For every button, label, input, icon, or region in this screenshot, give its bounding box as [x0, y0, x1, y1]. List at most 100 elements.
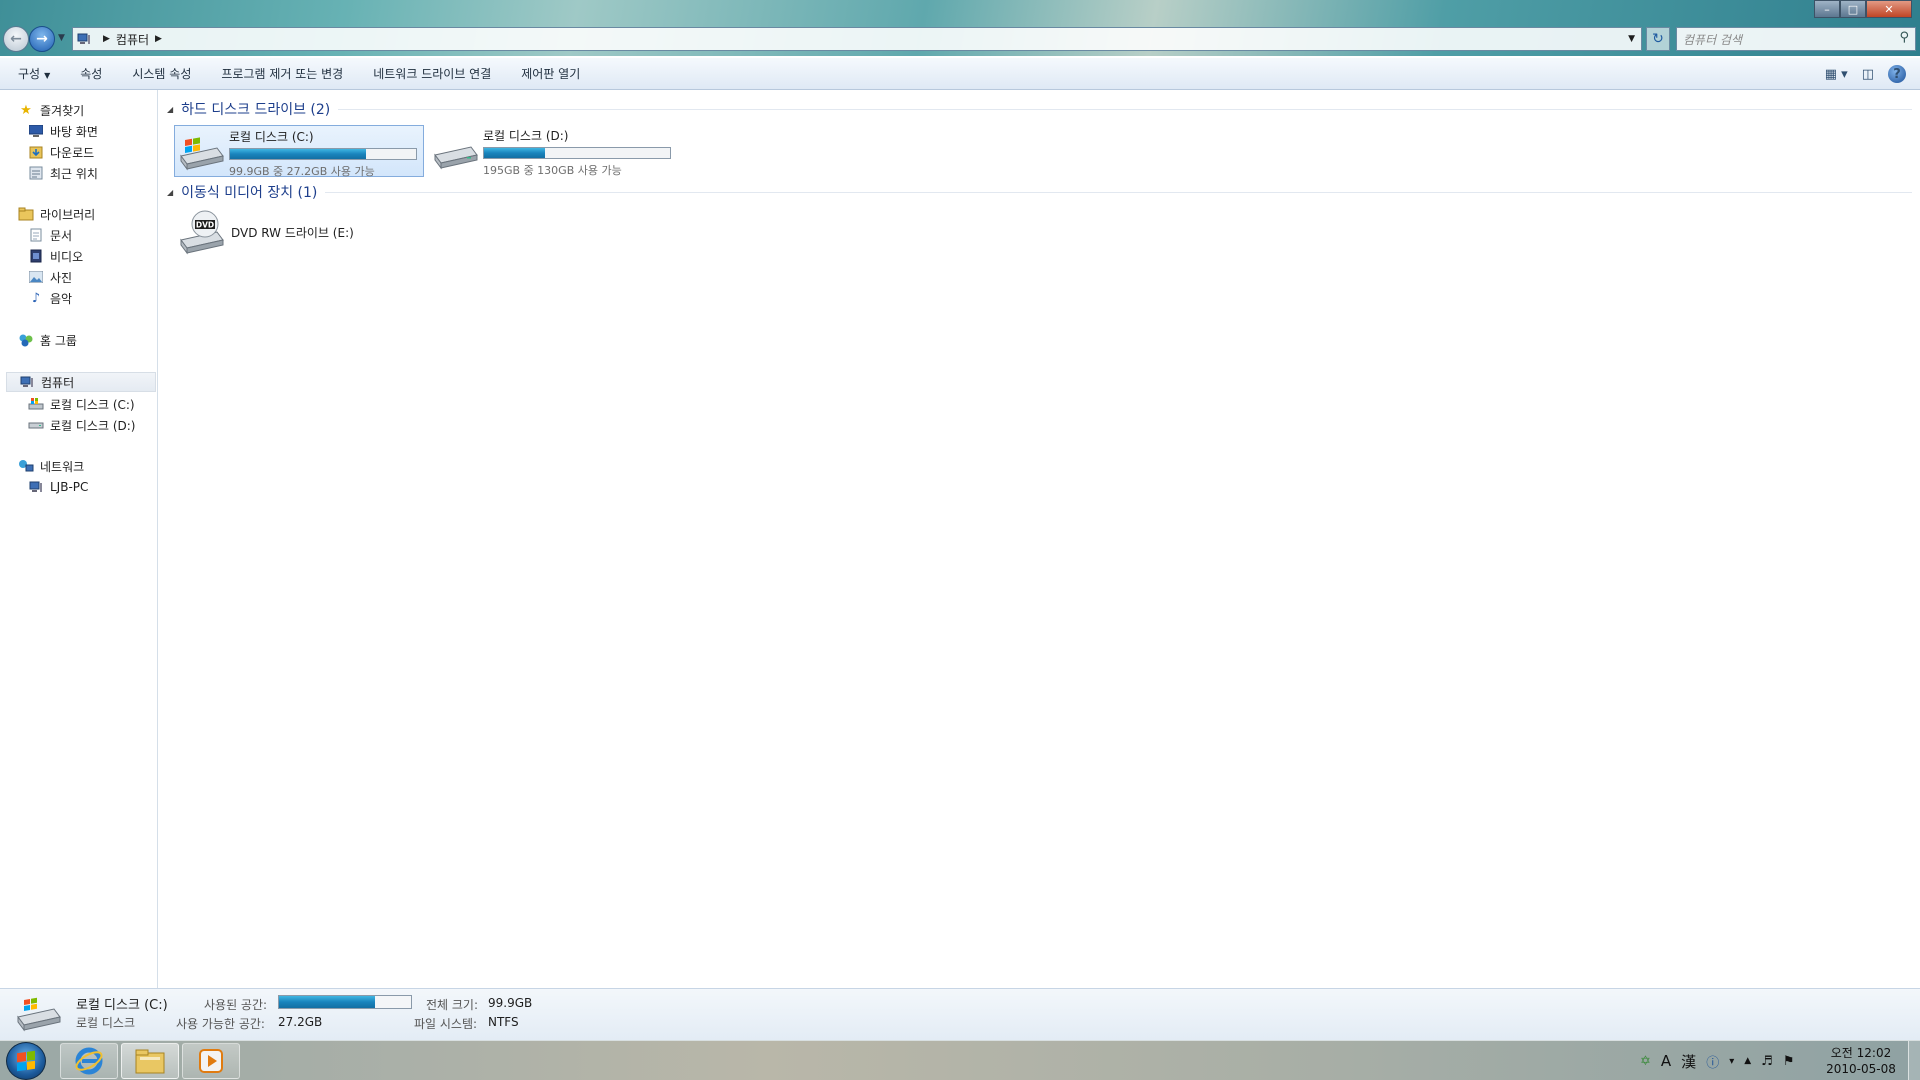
breadcrumb-separator[interactable]: ▶	[103, 34, 110, 44]
navigation-pane: ★ 즐겨찾기 바탕 화면 다운로드 최근 위치 라이브러리 문서 비디오 사진 …	[0, 90, 158, 988]
uninstall-program-button[interactable]: 프로그램 제거 또는 변경	[221, 65, 343, 82]
media-player-icon	[199, 1049, 223, 1073]
action-center-flag-icon[interactable]: ⚑	[1783, 1054, 1795, 1069]
nav-videos[interactable]: 비디오	[28, 246, 83, 266]
organize-menu[interactable]: 구성 ▼	[18, 65, 50, 82]
system-properties-button[interactable]: 시스템 속성	[132, 65, 191, 82]
ime-help-icon[interactable]: ⓘ	[1706, 1052, 1719, 1071]
preview-pane-icon[interactable]: ◫	[1862, 67, 1874, 82]
title-bar: ← → ▼ ▶ 컴퓨터 ▶ ▼ ↻ 컴퓨터 검색 ⚲ – □ ✕	[0, 0, 1920, 56]
folder-icon	[135, 1049, 165, 1074]
star-icon: ★	[20, 102, 32, 118]
system-drive-icon	[17, 997, 61, 1032]
details-free-label: 사용 가능한 공간:	[176, 1017, 265, 1031]
details-total-value: 99.9GB	[488, 996, 533, 1010]
breadcrumb-computer[interactable]: 컴퓨터	[116, 31, 149, 48]
pictures-icon	[28, 269, 44, 285]
nav-local-disk-d[interactable]: 로컬 디스크 (D:)	[28, 415, 135, 435]
chevron-down-icon: ▼	[44, 71, 51, 80]
hdd-group-header[interactable]: ◢ 하드 디스크 드라이브 (2)	[167, 99, 1912, 119]
details-total-label: 전체 크기:	[426, 998, 479, 1012]
open-control-panel-button[interactable]: 제어판 열기	[521, 65, 580, 82]
properties-button[interactable]: 속성	[80, 65, 102, 82]
removable-group-header[interactable]: ◢ 이동식 미디어 장치 (1)	[167, 182, 1912, 202]
drive-usage-bar	[483, 147, 671, 159]
details-pane: 로컬 디스크 (C:) 로컬 디스크 사용된 공간: 사용 가능한 공간: 27…	[0, 988, 1920, 1040]
desktop-icon	[28, 123, 44, 139]
library-icon	[18, 206, 34, 222]
computer-icon	[19, 374, 35, 390]
details-drive-name: 로컬 디스크 (C:)	[76, 998, 168, 1013]
homegroup-icon	[18, 332, 34, 348]
music-note-icon: ♪	[31, 290, 41, 306]
address-dropdown-icon[interactable]: ▼	[1628, 34, 1635, 44]
taskbar-windows-explorer[interactable]	[121, 1043, 179, 1079]
nav-local-disk-c[interactable]: 로컬 디스크 (C:)	[28, 394, 135, 414]
collapse-triangle-icon[interactable]: ◢	[167, 105, 173, 114]
address-bar[interactable]: ▶ 컴퓨터 ▶ ▼	[72, 27, 1642, 51]
drive-free-space: 195GB 중 130GB 사용 가능	[483, 164, 622, 177]
breadcrumb-separator[interactable]: ▶	[155, 34, 162, 44]
computer-icon	[77, 33, 90, 44]
nav-desktop[interactable]: 바탕 화면	[28, 121, 98, 141]
details-fs-label: 파일 시스템:	[414, 1017, 478, 1031]
system-drive-icon	[28, 396, 44, 412]
nav-ljb-pc[interactable]: LJB-PC	[28, 477, 88, 497]
recent-pages-dropdown[interactable]: ▼	[58, 33, 65, 43]
ime-mode-a[interactable]: A	[1661, 1052, 1671, 1070]
details-fs-value: NTFS	[488, 1015, 519, 1029]
taskbar-internet-explorer[interactable]	[60, 1043, 118, 1079]
nav-pictures[interactable]: 사진	[28, 267, 72, 287]
group-divider	[325, 191, 1912, 193]
ime-options-icon[interactable]: ▾	[1729, 1056, 1734, 1067]
system-tray: ✡ A 漢 ⓘ ▾ ▲ ♬ ⚑	[1640, 1041, 1804, 1080]
drive-usage-fill	[230, 149, 366, 159]
content-pane: ◢ 하드 디스크 드라이브 (2) 로컬 디스크 (C:) 99.9GB 중 2…	[159, 90, 1920, 988]
taskbar-media-player[interactable]	[182, 1043, 240, 1079]
nav-recent-places[interactable]: 최근 위치	[28, 163, 98, 183]
nav-downloads[interactable]: 다운로드	[28, 142, 94, 162]
window-controls: – □ ✕	[1814, 0, 1912, 18]
recent-places-icon	[28, 165, 44, 181]
map-network-drive-button[interactable]: 네트워크 드라이브 연결	[373, 65, 491, 82]
taskbar-clock[interactable]: 오전 12:02 2010-05-08	[1820, 1045, 1902, 1077]
minimize-button[interactable]: –	[1814, 0, 1840, 18]
show-desktop-button[interactable]	[1908, 1041, 1920, 1080]
details-drive-type: 로컬 디스크	[76, 1016, 136, 1030]
dvd-drive-tile[interactable]: DVD DVD RW 드라이브 (E:)	[177, 208, 354, 256]
nav-computer[interactable]: 컴퓨터	[6, 372, 156, 392]
documents-icon	[28, 227, 44, 243]
nav-music[interactable]: ♪ 음악	[28, 288, 72, 308]
help-icon[interactable]: ?	[1888, 65, 1906, 83]
system-drive-icon	[180, 137, 224, 171]
search-icon[interactable]: ⚲	[1899, 30, 1909, 45]
drive-name: 로컬 디스크 (D:)	[483, 129, 569, 143]
ime-mode-hanja[interactable]: 漢	[1681, 1051, 1696, 1072]
nav-documents[interactable]: 문서	[28, 225, 72, 245]
search-input[interactable]: 컴퓨터 검색 ⚲	[1676, 27, 1916, 51]
details-used-label: 사용된 공간:	[204, 998, 268, 1012]
forward-button[interactable]: →	[29, 26, 55, 52]
nav-network[interactable]: 네트워크	[18, 456, 84, 476]
start-button[interactable]	[6, 1042, 46, 1080]
maximize-button[interactable]: □	[1840, 0, 1866, 18]
refresh-button[interactable]: ↻	[1646, 27, 1670, 51]
collapse-triangle-icon[interactable]: ◢	[167, 188, 173, 197]
downloads-folder-icon	[28, 144, 44, 160]
close-button[interactable]: ✕	[1866, 0, 1912, 18]
nav-libraries[interactable]: 라이브러리	[18, 204, 95, 224]
windows-logo-icon	[17, 1050, 35, 1072]
network-icon	[18, 458, 34, 474]
network-status-icon[interactable]: ✡	[1640, 1054, 1651, 1069]
drive-usage-bar	[229, 148, 417, 160]
drive-name: DVD RW 드라이브 (E:)	[231, 225, 354, 240]
nav-favorites[interactable]: ★ 즐겨찾기	[18, 100, 84, 120]
drive-tile-c[interactable]: 로컬 디스크 (C:) 99.9GB 중 27.2GB 사용 가능	[174, 125, 424, 178]
view-options-icon[interactable]: ▦ ▾	[1825, 67, 1848, 82]
show-hidden-icons-icon[interactable]: ▲	[1744, 1056, 1751, 1066]
drive-tile-d[interactable]: 로컬 디스크 (D:) 195GB 중 130GB 사용 가능	[429, 125, 679, 177]
nav-homegroup[interactable]: 홈 그룹	[18, 330, 77, 350]
volume-icon[interactable]: ♬	[1761, 1054, 1773, 1069]
back-button[interactable]: ←	[3, 26, 29, 52]
drive-free-space: 99.9GB 중 27.2GB 사용 가능	[229, 165, 375, 178]
